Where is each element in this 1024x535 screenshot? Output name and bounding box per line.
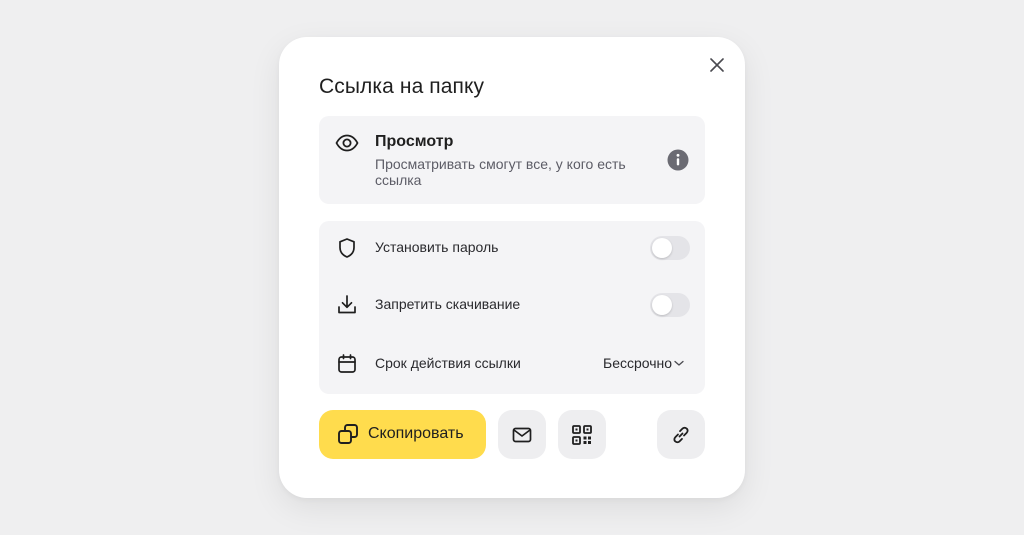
access-level-card[interactable]: Просмотр Просматривать смогут все, у ког…	[319, 116, 705, 204]
chevron-down-icon	[674, 360, 684, 366]
download-row: Запретить скачивание	[319, 285, 705, 325]
shield-icon	[339, 238, 355, 258]
expiry-label: Срок действия ссылки	[375, 355, 521, 371]
copy-link-button[interactable]: Скопировать	[319, 410, 486, 459]
expiry-value: Бессрочно	[603, 355, 673, 371]
action-bar: Скопировать	[279, 410, 745, 460]
mail-icon	[512, 427, 532, 442]
password-row: Установить пароль	[319, 228, 705, 268]
eye-icon	[335, 134, 359, 152]
send-email-button[interactable]	[498, 410, 546, 459]
copy-link-icon-button[interactable]	[657, 410, 705, 459]
share-link-dialog: Ссылка на папку Просмотр Просматривать с…	[279, 37, 745, 498]
calendar-icon	[338, 354, 356, 373]
link-icon	[673, 426, 689, 443]
password-label: Установить пароль	[375, 239, 499, 255]
download-icon	[338, 295, 356, 314]
download-toggle[interactable]	[650, 293, 690, 317]
expiry-dropdown[interactable]: Бессрочно	[603, 355, 684, 371]
expiry-row: Срок действия ссылки Бессрочно	[319, 344, 705, 384]
toggle-knob	[652, 238, 672, 258]
info-icon[interactable]	[667, 149, 689, 171]
password-toggle[interactable]	[650, 236, 690, 260]
qr-code-icon	[572, 424, 592, 445]
close-button[interactable]	[707, 55, 727, 75]
qr-code-button[interactable]	[558, 410, 606, 459]
access-level-description: Просматривать смогут все, у кого есть сс…	[375, 156, 626, 188]
copy-icon	[338, 424, 358, 444]
access-level-title: Просмотр	[375, 133, 454, 150]
download-label: Запретить скачивание	[375, 296, 521, 312]
dialog-title: Ссылка на папку	[319, 75, 485, 98]
close-icon	[710, 58, 724, 72]
link-settings-card: Установить пароль Запретить скачивание С…	[319, 221, 705, 394]
copy-button-label: Скопировать	[368, 425, 464, 442]
toggle-knob	[652, 295, 672, 315]
